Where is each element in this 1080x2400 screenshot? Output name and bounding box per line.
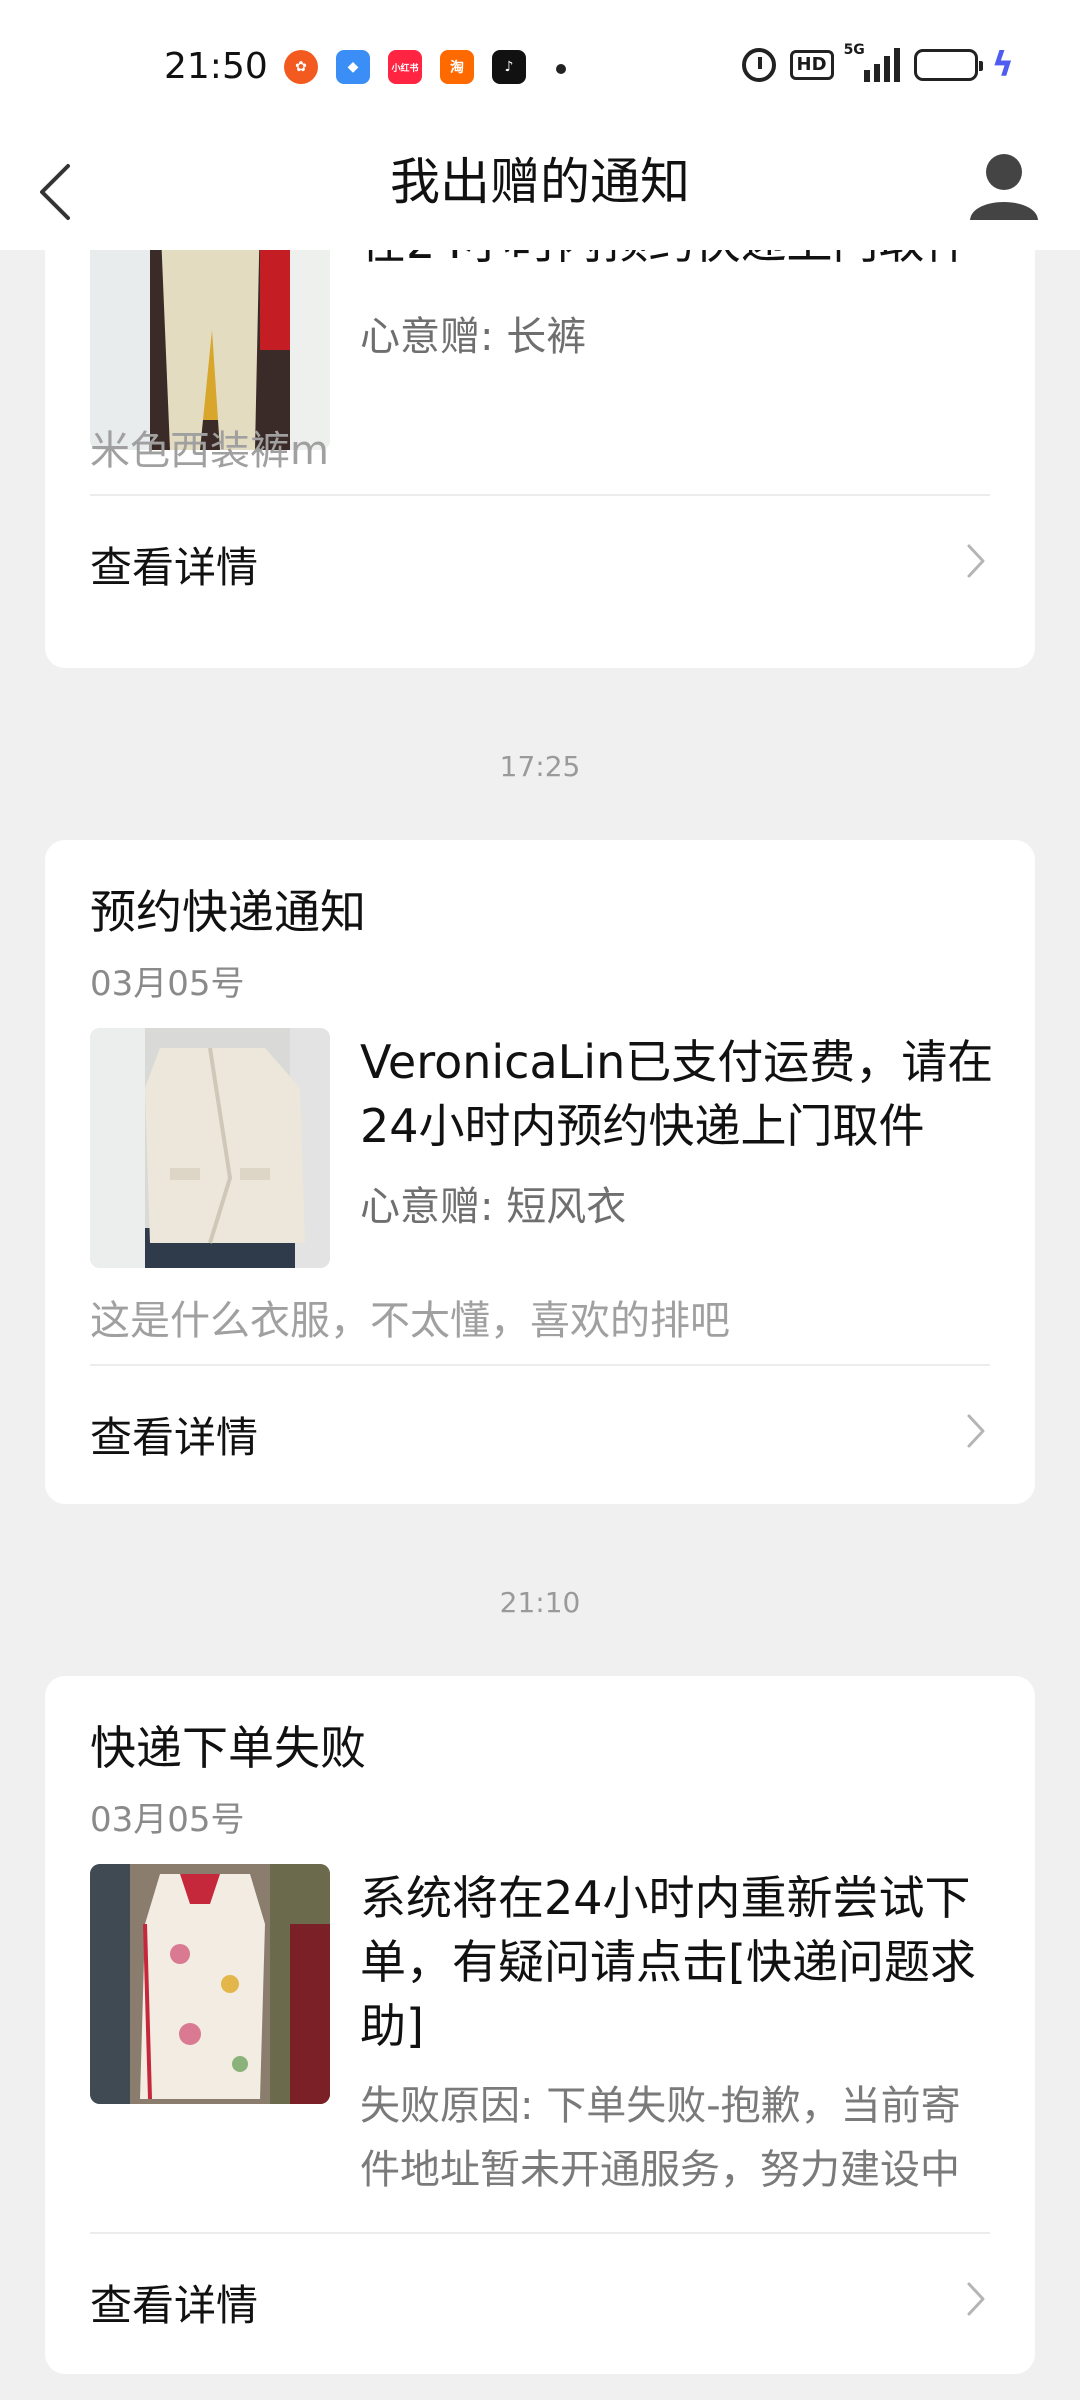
charging-icon: ϟ xyxy=(991,45,1014,85)
notification-app-icons: ✿ ◆ 小红书 淘 ♪ xyxy=(284,50,526,84)
battery-icon xyxy=(913,48,983,82)
view-details-row[interactable]: 查看详情 xyxy=(45,1366,1035,1496)
item-thumbnail-qipao[interactable] xyxy=(90,1864,330,2104)
failure-reason: 失败原因: 下单失败-抱歉，当前寄件地址暂未开通服务，努力建设中 xyxy=(360,2083,961,2193)
app-icon-tiktok: ♪ xyxy=(492,50,526,84)
app-icon-2: ◆ xyxy=(336,50,370,84)
notification-message: 在24小时内预约快递上门取件 xyxy=(360,250,1000,274)
coat-image xyxy=(90,1028,330,1268)
alarm-icon xyxy=(741,48,776,82)
hd-icon: HD xyxy=(789,50,834,80)
item-thumbnail-coat[interactable] xyxy=(90,1028,330,1268)
user-icon xyxy=(970,154,1038,220)
notification-card: 快递下单失败 03月05号 系统将在24小时内重新尝试下单，有疑问请点击[快递问… xyxy=(45,1676,1035,2374)
view-details-row[interactable]: 查看详情 xyxy=(45,496,1035,626)
notification-list[interactable]: 在24小时内预约快递上门取件 心意赠: 长裤 米色西装裤m 查看详情 17:25… xyxy=(0,250,1080,2400)
system-icons: HD 5G ϟ xyxy=(741,42,1014,85)
item-note: 这是什么衣服，不太懂，喜欢的排吧 xyxy=(90,1298,730,1344)
card-date: 03月05号 xyxy=(90,1800,245,1840)
more-notifications-dot xyxy=(556,64,566,74)
view-details-label: 查看详情 xyxy=(90,2281,259,2330)
qipao-image xyxy=(90,1864,330,2104)
nav-header: 我出赠的通知 xyxy=(0,140,1080,250)
app-icon-taobao: 淘 xyxy=(440,50,474,84)
view-details-label: 查看详情 xyxy=(90,543,259,592)
page-title: 我出赠的通知 xyxy=(390,153,690,211)
app-icon-xiaohongshu: 小红书 xyxy=(388,50,422,84)
view-details-row[interactable]: 查看详情 xyxy=(45,2234,1035,2364)
signal-icon: 5G xyxy=(844,42,900,82)
gift-label: 心意赠: 长裤 xyxy=(360,314,587,360)
profile-button[interactable] xyxy=(964,144,1044,224)
app-icon-1: ✿ xyxy=(284,50,318,84)
notification-card: 在24小时内预约快递上门取件 心意赠: 长裤 米色西装裤m 查看详情 xyxy=(45,250,1035,668)
notification-message: VeronicaLin已支付运费，请在24小时内预约快递上门取件 xyxy=(360,1035,994,1153)
notification-card: 预约快递通知 03月05号 VeronicaLin已支付运费，请在24小时内预约… xyxy=(45,840,1035,1504)
chevron-right-icon xyxy=(967,2282,985,2316)
item-note: 米色西装裤m xyxy=(90,428,329,474)
timestamp: 17:25 xyxy=(499,750,581,783)
chevron-right-icon xyxy=(967,544,985,578)
card-title: 预约快递通知 xyxy=(90,885,366,939)
notification-message: 系统将在24小时内重新尝试下单，有疑问请点击[快递问题求助] xyxy=(360,1871,976,2053)
card-title: 快递下单失败 xyxy=(90,1721,366,1775)
timestamp: 21:10 xyxy=(499,1586,581,1619)
status-bar: 21:50 ✿ ◆ 小红书 淘 ♪ HD 5G ϟ xyxy=(0,0,1080,140)
view-details-label: 查看详情 xyxy=(90,1413,259,1462)
card-date: 03月05号 xyxy=(90,964,245,1004)
gift-label: 心意赠: 短风衣 xyxy=(360,1184,627,1230)
status-time: 21:50 xyxy=(164,46,268,87)
chevron-right-icon xyxy=(967,1414,985,1448)
